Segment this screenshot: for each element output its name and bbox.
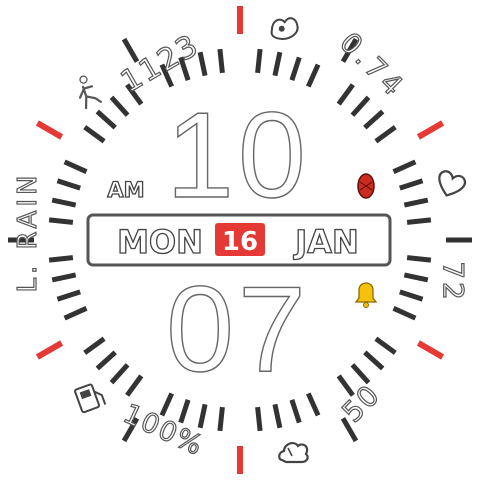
minute-tick [363, 350, 385, 371]
minute-tick [255, 406, 263, 432]
minute-tick [56, 178, 81, 191]
minute-tick [109, 95, 130, 117]
date-box: MON 16 JAN [86, 213, 392, 267]
minute-tick [51, 197, 77, 208]
walking-person-icon [78, 75, 103, 110]
minute-tick [289, 399, 302, 424]
minute-tick [63, 306, 88, 321]
minute-tick [392, 306, 417, 321]
watch-face: 1123 L. RAIN AM 10 07 MON 16 JAN 0.74 72… [8, 6, 472, 474]
minute-tick [336, 83, 355, 106]
month-label: JAN [293, 223, 358, 261]
heart-icon [438, 170, 467, 197]
minute-tick [217, 48, 225, 74]
minute-tick [56, 289, 81, 302]
minute-tick [406, 217, 432, 225]
battery-icon [74, 383, 107, 414]
minute-tick [350, 95, 371, 117]
minute-tick [306, 63, 321, 88]
weekday-label: MON [117, 223, 203, 261]
minute-tick [95, 350, 117, 371]
minute-tick [406, 255, 432, 263]
hour-marker [35, 120, 64, 140]
minute-tick [399, 289, 424, 302]
minute-tick [272, 403, 283, 429]
hour-marker [416, 340, 445, 360]
minute-tick [48, 217, 74, 225]
minute-tick [48, 255, 74, 263]
heart-rate-value: 72 [437, 261, 470, 303]
minute-tick [197, 403, 208, 429]
minute-tick [392, 159, 417, 174]
minute-tick [374, 125, 397, 144]
bell-icon [354, 282, 378, 308]
rain-cloud-icon [278, 442, 309, 464]
minute-tick [125, 374, 144, 397]
minute-tick [63, 159, 88, 174]
red-bug-icon [357, 173, 375, 199]
hour-marker [416, 120, 445, 140]
minute-tick [403, 197, 429, 208]
hour-marker [35, 340, 64, 360]
minute-tick [374, 336, 397, 355]
minute-tick [95, 109, 117, 130]
minute-tick [51, 272, 77, 283]
minute-tick [289, 56, 302, 81]
day-number: 16 [222, 227, 258, 257]
minute-tick [83, 336, 106, 355]
minute-digits: 07 [166, 261, 310, 397]
weather-label: L. RAIN [13, 172, 43, 293]
minute-tick [363, 109, 385, 130]
minute-tick [399, 178, 424, 191]
minute-tick [217, 406, 225, 432]
minute-tick [109, 363, 130, 385]
minute-tick [272, 51, 283, 77]
minute-tick [83, 125, 106, 144]
hour-digits: 10 [166, 87, 310, 223]
minute-tick [178, 399, 191, 424]
running-shoe-icon [270, 17, 299, 40]
ampm-label: AM [107, 178, 144, 202]
minute-tick [255, 48, 263, 74]
minute-tick [403, 272, 429, 283]
